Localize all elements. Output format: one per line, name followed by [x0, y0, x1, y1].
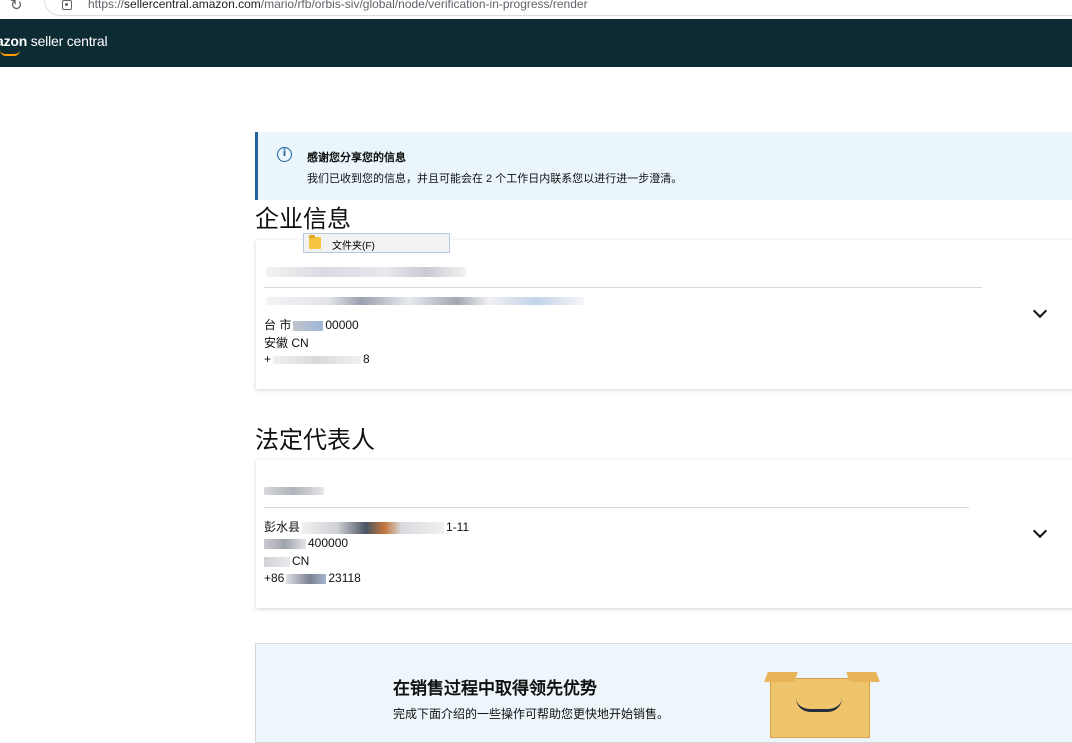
chevron-down-icon[interactable]: [1032, 303, 1048, 319]
redacted-company-name: [266, 267, 466, 277]
folder-tooltip-label: 文件夹(F): [332, 241, 375, 252]
business-country-line: 安徽 CN: [264, 336, 309, 350]
alert-title: 感谢您分享您的信息: [307, 152, 406, 164]
redacted-representative-name: [264, 487, 324, 495]
legal-representative-heading: 法定代表人: [255, 427, 375, 454]
representative-country-line: CN: [264, 554, 309, 568]
url-text: https://sellercentral.amazon.com/mario/r…: [88, 0, 588, 11]
info-icon: i: [277, 147, 292, 162]
divider: [264, 507, 969, 508]
business-info-heading: 企业信息: [255, 206, 351, 233]
redacted-address-line: [266, 297, 584, 305]
site-info-icon[interactable]: [62, 0, 72, 10]
divider: [264, 287, 982, 288]
representative-address-line: 彭水县 1-11: [264, 520, 470, 534]
browser-address-bar: ↻ https://sellercentral.amazon.com/mario…: [0, 0, 1072, 19]
top-navigation: azon seller central: [0, 19, 1072, 67]
amazon-smile-icon: [0, 50, 20, 56]
promo-subtitle: 完成下面介绍的一些操作可帮助您更快地开始销售。: [393, 707, 670, 721]
business-city-line: 台 市 00000: [264, 318, 359, 332]
reload-icon[interactable]: ↻: [10, 0, 23, 14]
chevron-down-icon[interactable]: [1032, 523, 1048, 539]
folder-tooltip: 文件夹(F): [303, 233, 450, 253]
representative-postcode-line: 400000: [264, 536, 348, 550]
info-alert: i 感谢您分享您的信息 我们已收到您的信息，并且可能会在 2 个工作日内联系您以…: [255, 132, 1072, 200]
business-phone-line: +8: [264, 352, 370, 366]
representative-phone-line: +86 23118: [264, 571, 361, 585]
amazon-box-icon: [764, 672, 880, 738]
seller-central-logo[interactable]: azon seller central: [0, 33, 108, 49]
promo-title: 在销售过程中取得领先优势: [393, 679, 597, 698]
legal-representative-card[interactable]: 彭水县 1-11 400000 CN +86 23118: [256, 460, 1072, 608]
folder-icon: [309, 235, 321, 249]
promo-banner: 在销售过程中取得领先优势 完成下面介绍的一些操作可帮助您更快地开始销售。: [255, 643, 1072, 743]
alert-body: 我们已收到您的信息，并且可能会在 2 个工作日内联系您以进行进一步澄清。: [307, 173, 683, 185]
business-info-card[interactable]: 台 市 00000 安徽 CN +8: [256, 240, 1072, 389]
